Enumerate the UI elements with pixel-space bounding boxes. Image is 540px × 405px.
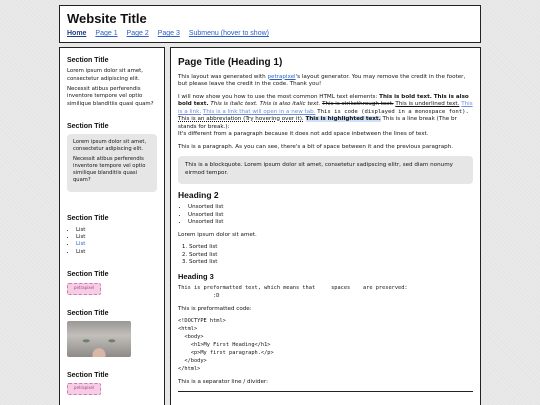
sorted-list: Sorted list Sorted list Sorted list bbox=[178, 244, 473, 267]
code-text: This is code (displayed in a monospace f… bbox=[317, 108, 469, 115]
list-item[interactable]: List bbox=[76, 241, 157, 248]
list-item: Sorted list bbox=[189, 244, 473, 252]
badge-image[interactable]: petrapixel bbox=[67, 282, 101, 295]
nav-link-page-2[interactable]: Page 2 bbox=[127, 30, 149, 37]
list-link[interactable]: List bbox=[76, 241, 85, 247]
sidebar-section: Section Title Lorem ipsum dolor sit amet… bbox=[67, 56, 157, 108]
heading-3: Heading 3 bbox=[178, 271, 214, 281]
intro-paragraph: This layout was generated with petrapixe… bbox=[178, 73, 466, 88]
heading-2: Heading 2 bbox=[178, 189, 219, 200]
main-content[interactable]: Page Title (Heading 1) This layout was g… bbox=[170, 47, 481, 405]
nav-link-page-3[interactable]: Page 3 bbox=[158, 30, 180, 37]
main-nav: Home Page 1 Page 2 Page 3 Submenu (hover… bbox=[67, 29, 473, 38]
sidebar-blockquote: Lorem ipsum dolor sit amet, consectetur … bbox=[67, 134, 157, 193]
italic-text: This is italic text. bbox=[210, 101, 258, 108]
nav-link-page-1[interactable]: Page 1 bbox=[95, 30, 117, 37]
abbreviation-text[interactable]: This is an abbreviation (Try hovering ov… bbox=[178, 116, 304, 122]
italic-text: This is also italic text. bbox=[259, 101, 321, 108]
divider bbox=[178, 391, 473, 393]
external-link[interactable]: This is a link that will open in a new t… bbox=[203, 109, 316, 115]
blockquote: This is a blockquote. Lorem ipsum dolor … bbox=[178, 156, 473, 184]
unsorted-list: Unsorted list Unsorted list Unsorted lis… bbox=[178, 204, 473, 227]
underlined-text: This is underlined text. bbox=[395, 101, 460, 108]
elements-paragraph: I will now show you how to use the most … bbox=[178, 93, 473, 138]
page-title: Page Title (Heading 1) bbox=[178, 57, 283, 68]
preformatted-text: This is preformatted text, which means t… bbox=[178, 284, 408, 299]
sidebar-section: Section Title List List List List bbox=[67, 214, 157, 256]
list-item: Unsorted list bbox=[188, 219, 473, 227]
sidebar-list: List List List List bbox=[67, 227, 157, 256]
credit-link[interactable]: petrapixel bbox=[267, 74, 295, 80]
paragraph: Lorem ipsum dolor sit amet. bbox=[178, 231, 257, 238]
paragraph: This is a paragraph. As you can see, the… bbox=[178, 143, 454, 150]
sidebar-section: Section Title Lorem ipsum dolor sit amet… bbox=[67, 122, 157, 193]
preformatted-code: <!DOCTYPE html> <html> <body> <h1>My Fir… bbox=[178, 318, 274, 372]
list-item: Unsorted list bbox=[188, 204, 473, 212]
section-title: Section Title bbox=[67, 122, 109, 130]
cat-image bbox=[67, 320, 131, 357]
paragraph: This is preformatted code: bbox=[178, 305, 252, 312]
bold-text: This is bold text. bbox=[379, 93, 432, 100]
quote-text: Lorem ipsum dolor sit amet, consectetur … bbox=[73, 139, 147, 153]
strikethrough-text: This is strikethrough text. bbox=[322, 101, 394, 108]
list-item: List bbox=[76, 234, 157, 241]
site-header: Website Title Home Page 1 Page 2 Page 3 … bbox=[59, 5, 481, 43]
sidebar[interactable]: Section Title Lorem ipsum dolor sit amet… bbox=[59, 47, 165, 405]
section-title: Section Title bbox=[67, 371, 109, 379]
section-text: Necessit atibus perferendis inventore te… bbox=[67, 86, 154, 107]
list-item: List bbox=[76, 227, 157, 234]
nav-link-submenu[interactable]: Submenu (hover to show) bbox=[189, 30, 269, 37]
list-item: Sorted list bbox=[189, 252, 473, 260]
list-item: Unsorted list bbox=[188, 212, 473, 220]
line-break-text: It's different from a paragraph because … bbox=[178, 131, 429, 138]
sidebar-section: Section Title bbox=[67, 309, 157, 357]
section-title: Section Title bbox=[67, 271, 109, 279]
section-title: Section Title bbox=[67, 309, 109, 317]
section-text: Lorem ipsum dolor sit amet, consectetur … bbox=[67, 68, 143, 82]
sidebar-section: Section Title petrapixel bbox=[67, 270, 157, 295]
list-item: List bbox=[76, 249, 157, 256]
list-item: Sorted list bbox=[189, 259, 473, 267]
sidebar-section: Section Title petrapixel bbox=[67, 371, 157, 396]
paragraph: This is a separator line / divider: bbox=[178, 378, 268, 385]
highlighted-text: This is highlighted text. bbox=[305, 116, 381, 123]
badge-image[interactable]: petrapixel bbox=[67, 383, 101, 396]
section-title: Section Title bbox=[67, 215, 109, 223]
quote-text: Necessit atibus perferendis inventore te… bbox=[73, 156, 146, 184]
site-title: Website Title bbox=[67, 11, 147, 26]
section-title: Section Title bbox=[67, 57, 109, 64]
nav-link-home[interactable]: Home bbox=[67, 30, 86, 37]
